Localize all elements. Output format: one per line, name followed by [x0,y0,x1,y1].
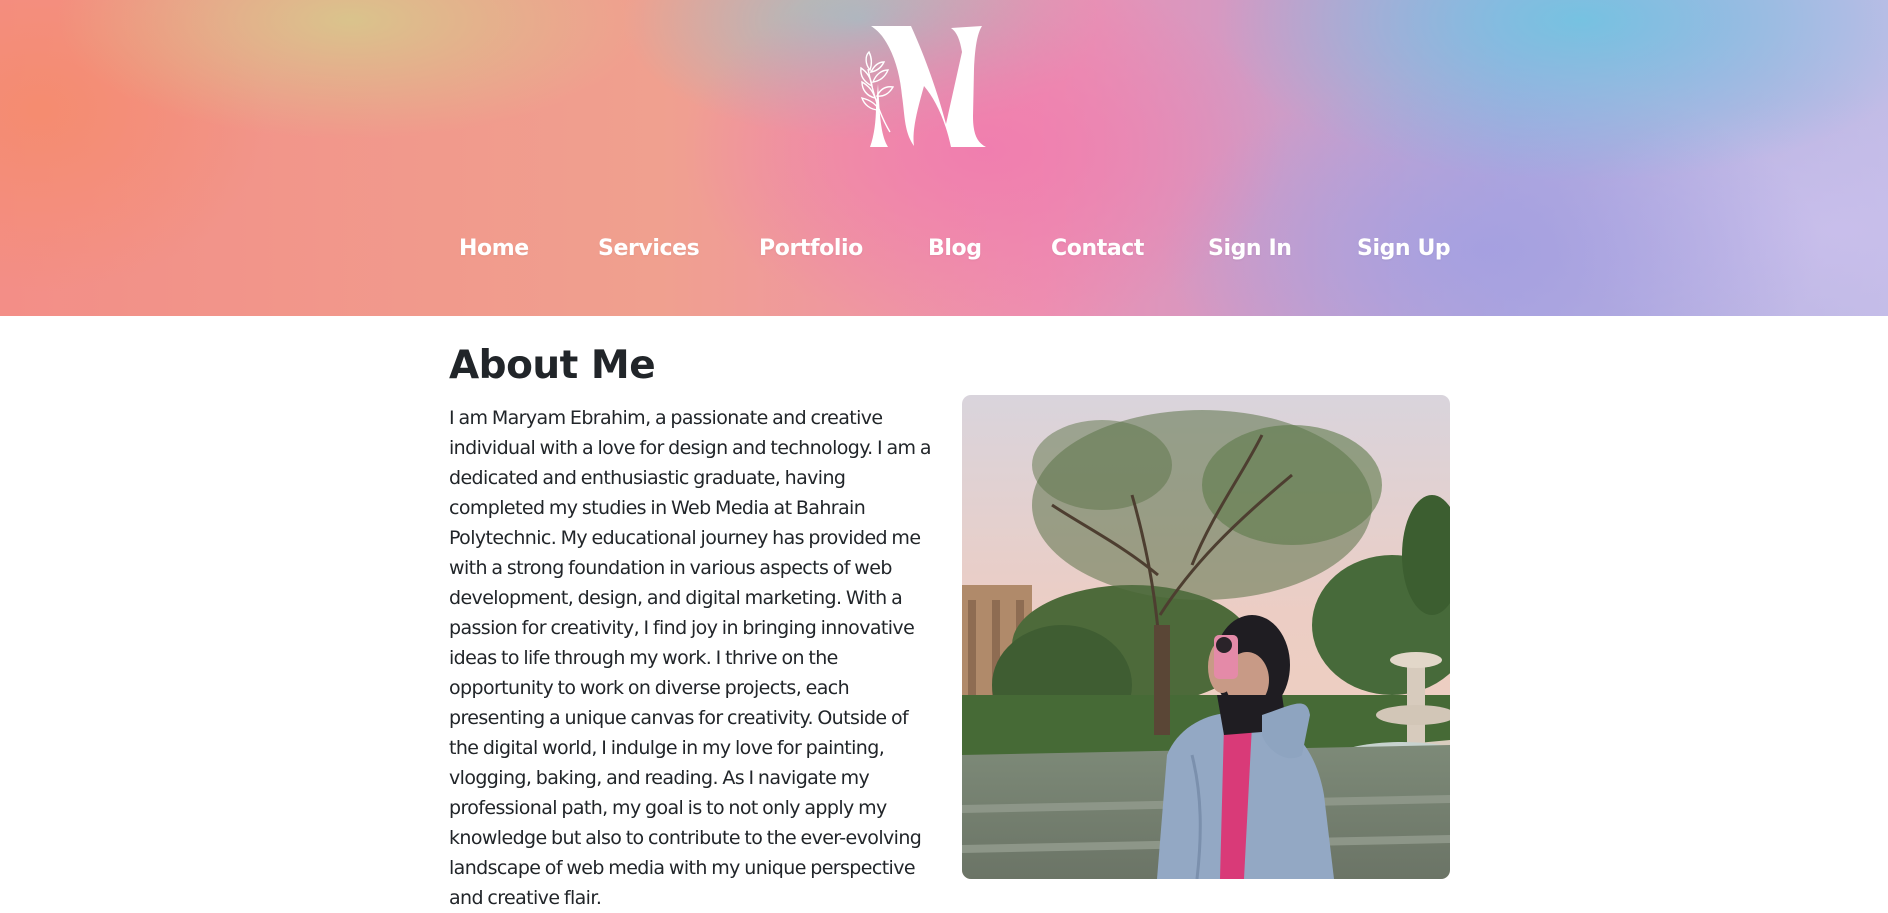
nav-portfolio[interactable]: Portfolio [759,236,863,261]
about-paragraph: I am Maryam Ebrahim, a passionate and cr… [449,407,932,909]
about-heading: About Me [449,343,656,388]
nav-home[interactable]: Home [459,236,529,261]
nav-contact[interactable]: Contact [1051,236,1144,261]
nav-sign-in[interactable]: Sign In [1208,236,1292,261]
nav-services[interactable]: Services [598,236,700,261]
monogram-logo[interactable] [856,24,992,152]
main-navigation: Home Services Portfolio Blog Contact Sig… [0,236,1888,272]
nav-sign-up[interactable]: Sign Up [1357,236,1451,261]
nav-blog[interactable]: Blog [928,236,982,261]
profile-photo-image [962,395,1450,879]
profile-photo [962,395,1450,879]
header-banner: Home Services Portfolio Blog Contact Sig… [0,0,1888,316]
